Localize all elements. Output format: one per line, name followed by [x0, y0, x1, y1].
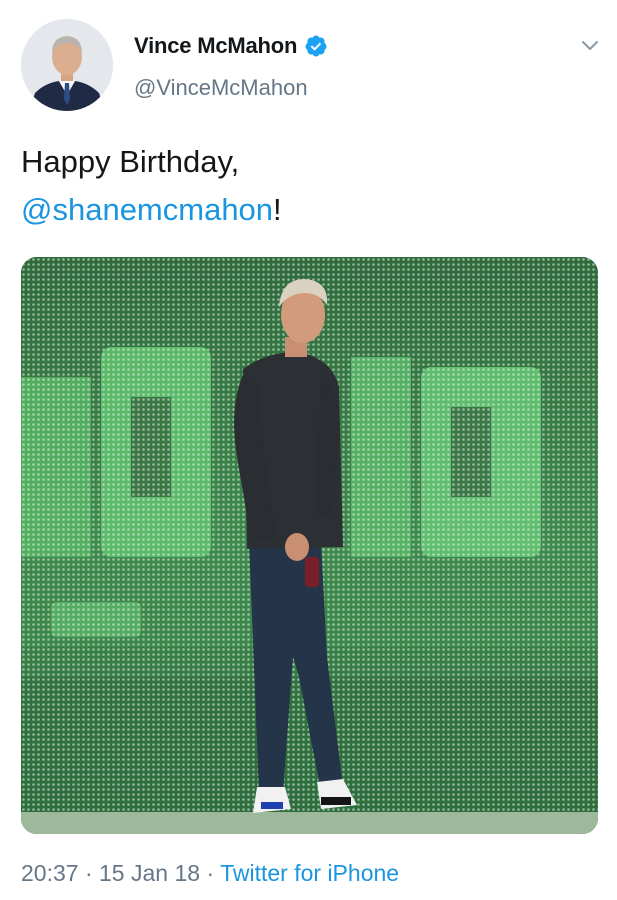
tweet-date[interactable]: 15 Jan 18 [99, 860, 200, 886]
photo-man-on-stage-icon [21, 257, 598, 834]
tweet-media-photo[interactable] [21, 257, 598, 834]
verified-badge-icon [305, 35, 327, 57]
author-avatar[interactable] [21, 19, 113, 111]
author-display-name[interactable]: Vince McMahon [134, 33, 297, 59]
meta-separator: · [84, 860, 93, 886]
mention-link[interactable]: @shanemcmahon [21, 192, 273, 227]
chevron-down-icon[interactable] [579, 34, 601, 56]
meta-separator: · [206, 860, 215, 886]
tweet-meta: 20:37 · 15 Jan 18 · Twitter for iPhone [21, 860, 399, 887]
author-handle[interactable]: @VinceMcMahon [134, 75, 308, 101]
tweet-text-suffix: ! [273, 192, 282, 227]
tweet-text-prefix: Happy Birthday, [21, 144, 240, 179]
author-name-row[interactable]: Vince McMahon [134, 31, 328, 61]
tweet-time[interactable]: 20:37 [21, 860, 79, 886]
tweet-card: Vince McMahon @VinceMcMahon Happy Birthd… [0, 0, 617, 900]
tweet-source-link[interactable]: Twitter for iPhone [220, 860, 399, 886]
tweet-text: Happy Birthday, @shanemcmahon! [21, 138, 591, 234]
avatar-photo-icon [21, 19, 113, 111]
